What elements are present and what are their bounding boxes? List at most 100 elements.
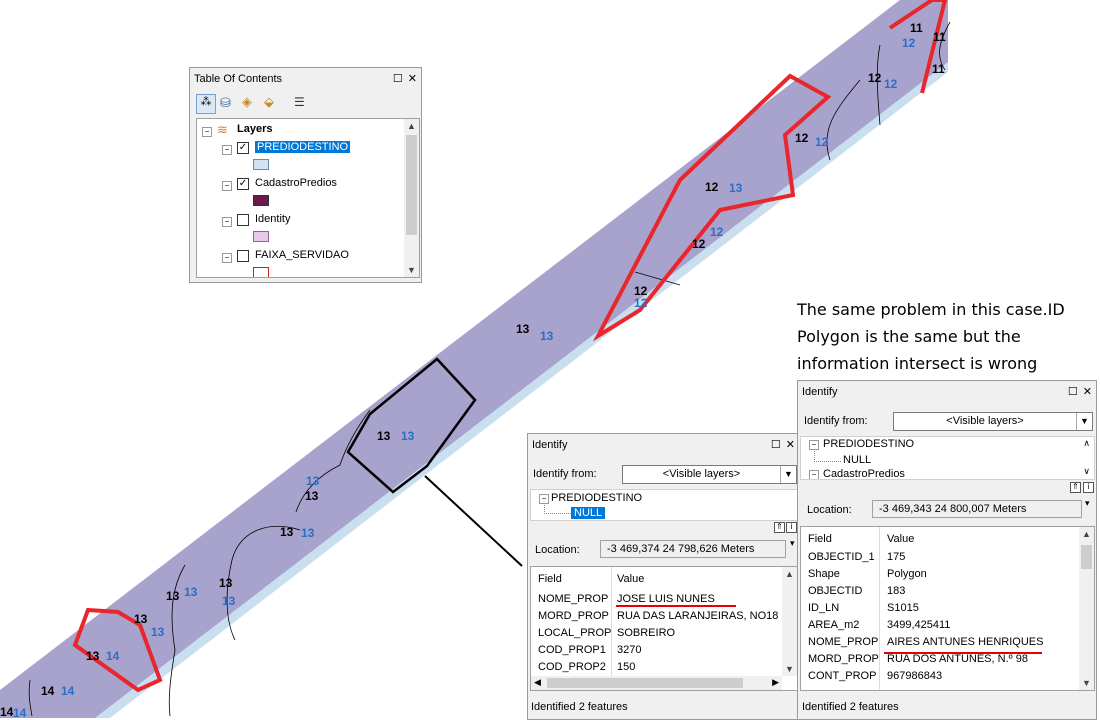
toc-scrollbar[interactable]: ▲ ▼: [404, 119, 419, 277]
identify2-from-select[interactable]: <Visible layers> ▼: [893, 412, 1093, 431]
layer-visibility-checkbox[interactable]: [237, 250, 249, 262]
layer-name[interactable]: Identity: [255, 213, 290, 225]
col-value: Value: [887, 533, 915, 545]
chevron-down-icon[interactable]: ▼: [1076, 413, 1092, 430]
toc-titlebar[interactable]: Table Of Contents ☐ ✕: [190, 68, 421, 89]
dropdown-icon[interactable]: ▾: [790, 538, 795, 549]
collapse-icon[interactable]: −: [222, 253, 232, 263]
scroll-up-icon[interactable]: ▲: [782, 569, 797, 579]
collapse-icon[interactable]: −: [809, 470, 819, 479]
scroll-down-icon[interactable]: ▼: [1079, 678, 1094, 688]
map-label: 12: [634, 296, 648, 310]
list-by-selection-icon[interactable]: ⬙: [264, 94, 274, 110]
identify2-scrollbar[interactable]: ▲ ▼: [1079, 527, 1094, 690]
table-row[interactable]: NOME_PROP AIRES ANTUNES HENRIQUES: [801, 634, 1081, 651]
scroll-thumb[interactable]: [1081, 545, 1092, 569]
field-name: CONT_PROP: [808, 670, 877, 682]
map-label: 13: [184, 585, 198, 599]
table-row[interactable]: COD_PROP1 3270: [531, 642, 784, 659]
collapse-icon[interactable]: −: [202, 127, 212, 137]
scroll-left-icon[interactable]: ◀: [534, 677, 541, 688]
info-icon[interactable]: i: [786, 522, 797, 533]
list-by-source-icon[interactable]: ⛁: [220, 95, 231, 111]
collapse-icon[interactable]: −: [222, 217, 232, 227]
identify1-tree-feature[interactable]: NULL: [571, 507, 606, 519]
identify2-tree-layer-2[interactable]: CadastroPredios: [823, 468, 905, 479]
identify1-hscrollbar[interactable]: ◀ ▶: [531, 676, 782, 690]
table-row[interactable]: AREA_m2 3499,425411: [801, 617, 1081, 634]
collapse-icon[interactable]: −: [222, 181, 232, 191]
layer-name[interactable]: FAIXA_SERVIDAO: [255, 249, 349, 261]
field-value: RUA DAS LARANJEIRAS, NO18: [617, 610, 779, 622]
field-value: AIRES ANTUNES HENRIQUES: [887, 636, 1044, 648]
table-row[interactable]: CONT_PROP 967986843: [801, 668, 1081, 685]
identify2-tree-feature[interactable]: NULL: [843, 454, 871, 466]
map-label: 12: [710, 225, 724, 239]
identify1-titlebar[interactable]: Identify ☐ ✕: [528, 434, 799, 455]
table-row[interactable]: MORD_PROP RUA DAS LARANJEIRAS, NO18: [531, 608, 784, 625]
list-by-drawing-order-icon[interactable]: ⁂: [196, 94, 216, 114]
layer-visibility-checkbox[interactable]: ✓: [237, 178, 249, 190]
toc-tree: − ≋ Layers − ✓ PREDIODESTINO − ✓ CadastroPred…: [196, 118, 420, 278]
close-icon[interactable]: ✕: [786, 438, 795, 451]
table-row[interactable]: OBJECTID_1 175: [801, 549, 1081, 566]
table-row[interactable]: LOCAL_PROP SOBREIRO: [531, 625, 784, 642]
collapse-icon[interactable]: −: [539, 494, 549, 504]
field-name: OBJECTID: [808, 585, 863, 597]
map-label: 14: [13, 706, 27, 720]
list-by-visibility-icon[interactable]: ◈: [242, 94, 252, 110]
maximize-icon[interactable]: ☐: [393, 72, 403, 85]
identify1-from-label: Identify from:: [533, 468, 597, 480]
hscroll-thumb[interactable]: [547, 678, 743, 688]
table-row[interactable]: Shape Polygon: [801, 566, 1081, 583]
scroll-up-icon[interactable]: ▲: [404, 121, 419, 131]
expand-icon[interactable]: ⇑: [774, 522, 785, 533]
chevron-down-icon[interactable]: ▼: [780, 466, 796, 483]
expand-icon[interactable]: ⇑: [1070, 482, 1081, 493]
scroll-up-icon[interactable]: ∧: [1083, 438, 1090, 449]
scroll-down-icon[interactable]: ∨: [1083, 466, 1090, 477]
map-label: 12: [705, 180, 719, 194]
grid-header: Field Value: [531, 571, 784, 588]
field-name: Shape: [808, 568, 840, 580]
close-icon[interactable]: ✕: [1083, 385, 1092, 398]
maximize-icon[interactable]: ☐: [1068, 385, 1078, 398]
identify1-tree: − PREDIODESTINO NULL: [530, 489, 798, 521]
toc-options-icon[interactable]: ☰: [294, 95, 305, 109]
identify1-from-select[interactable]: <Visible layers> ▼: [622, 465, 797, 484]
scroll-right-icon[interactable]: ▶: [772, 677, 779, 688]
map-label: 13: [516, 322, 530, 336]
maximize-icon[interactable]: ☐: [771, 438, 781, 451]
collapse-icon[interactable]: −: [222, 145, 232, 155]
table-row[interactable]: COD_PROP2 150: [531, 659, 784, 676]
layer-name[interactable]: PREDIODESTINO: [255, 141, 351, 153]
dropdown-icon[interactable]: ▾: [1085, 498, 1090, 509]
annotation-text: The same problem in this case.ID Polygon…: [797, 300, 1065, 373]
field-name: MORD_PROP: [538, 610, 609, 622]
identify1-tree-layer[interactable]: PREDIODESTINO: [551, 492, 642, 504]
col-field: Field: [808, 533, 832, 545]
map-label: 12: [815, 135, 829, 149]
field-name: COD_PROP2: [538, 661, 606, 673]
layer-visibility-checkbox[interactable]: [237, 214, 249, 226]
info-icon[interactable]: i: [1083, 482, 1094, 493]
layer-symbol-swatch: [253, 231, 269, 242]
identify2-tree-layer[interactable]: PREDIODESTINO: [823, 438, 914, 450]
identify1-scrollbar[interactable]: ▲ ▼: [782, 567, 797, 676]
scroll-thumb[interactable]: [406, 135, 417, 235]
identify2-location-label: Location:: [807, 504, 852, 516]
scroll-up-icon[interactable]: ▲: [1079, 529, 1094, 539]
table-row[interactable]: ID_LN S1015: [801, 600, 1081, 617]
layer-visibility-checkbox[interactable]: ✓: [237, 142, 249, 154]
collapse-icon[interactable]: −: [809, 440, 819, 450]
field-value: S1015: [887, 602, 919, 614]
identify2-titlebar[interactable]: Identify ☐ ✕: [798, 381, 1096, 402]
layer-name[interactable]: CadastroPredios: [255, 177, 337, 189]
field-value: 3499,425411: [887, 619, 951, 631]
close-icon[interactable]: ✕: [408, 72, 417, 85]
table-row[interactable]: OBJECTID 183: [801, 583, 1081, 600]
scroll-down-icon[interactable]: ▼: [782, 664, 797, 674]
toc-toolbar: ⁂ ⛁ ◈ ⬙ ☰: [194, 92, 414, 114]
scroll-down-icon[interactable]: ▼: [404, 265, 419, 275]
identify2-location-value: -3 469,343 24 800,007 Meters: [872, 500, 1082, 518]
